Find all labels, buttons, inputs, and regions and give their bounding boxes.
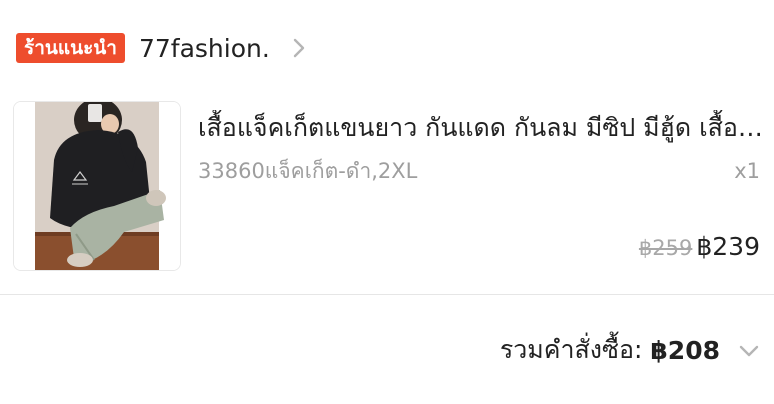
order-total-toggle[interactable]: รวมคำสั่งซื้อ: ฿208 — [500, 332, 760, 368]
sale-price: ฿239 — [696, 232, 760, 261]
divider — [0, 294, 774, 295]
shop-header[interactable]: ร้านแนะนำ 77fashion. — [16, 30, 306, 66]
order-total-label: รวมคำสั่งซื้อ: — [499, 335, 643, 364]
original-price: ฿259 — [638, 236, 693, 260]
order-total-amount: ฿208 — [650, 335, 720, 365]
order-item-card: ร้านแนะนำ 77fashion. เสื้อแจ็คเก็ตแขนยาว… — [0, 0, 774, 404]
price-group: ฿259 ฿239 — [639, 232, 760, 261]
product-thumbnail[interactable] — [13, 101, 181, 271]
product-title[interactable]: เสื้อแจ็คเก็ตแขนยาว กันแดด กันลม มีซิป ม… — [198, 110, 763, 146]
preferred-shop-badge: ร้านแนะนำ — [16, 33, 125, 63]
product-variation: 33860แจ็คเก็ต-ดำ,2XL — [198, 159, 418, 183]
product-quantity: x1 — [734, 159, 760, 183]
chevron-right-icon[interactable] — [292, 37, 306, 59]
shop-name[interactable]: 77fashion. — [139, 34, 270, 63]
chevron-down-icon[interactable] — [738, 343, 760, 357]
